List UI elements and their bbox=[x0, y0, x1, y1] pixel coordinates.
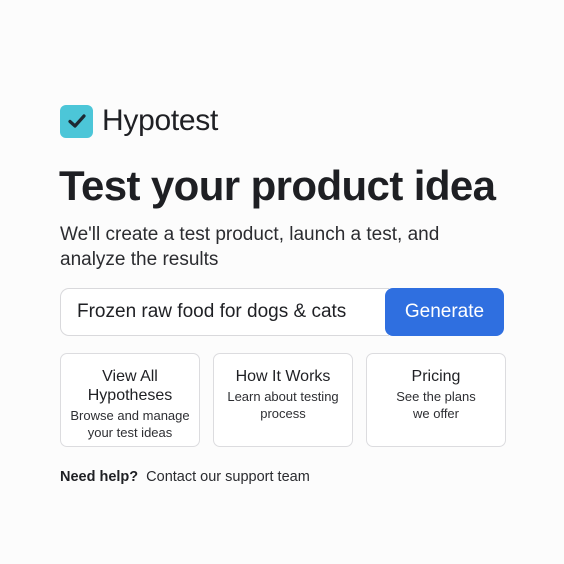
help-label: Need help? bbox=[60, 469, 139, 485]
card-description: Learn about testing process bbox=[227, 389, 339, 421]
generate-button[interactable]: Generate bbox=[385, 288, 504, 336]
card-pricing[interactable]: Pricing See the plans we offer bbox=[366, 353, 506, 447]
page-subtitle: We'll create a test product, launch a te… bbox=[60, 224, 440, 270]
help-line: Need help? Contact our support team bbox=[60, 469, 310, 485]
card-title: View All Hypotheses bbox=[87, 368, 173, 404]
card-view-all-hypotheses[interactable]: View All Hypotheses Browse and manage yo… bbox=[60, 353, 200, 447]
brand: Hypotest bbox=[60, 104, 218, 138]
card-how-it-works[interactable]: How It Works Learn about testing process bbox=[213, 353, 353, 447]
contact-support-link[interactable]: Contact our support team bbox=[146, 469, 310, 485]
checkmark-icon bbox=[60, 104, 93, 138]
idea-input[interactable] bbox=[60, 288, 389, 336]
landing-page: Hypotest Test your product idea We'll cr… bbox=[0, 0, 564, 564]
card-description: Browse and manage your test ideas bbox=[70, 408, 190, 440]
card-description: See the plans we offer bbox=[396, 389, 476, 421]
idea-search-row: Generate bbox=[60, 288, 504, 336]
brand-name: Hypotest bbox=[102, 104, 218, 137]
page-title: Test your product idea bbox=[59, 162, 496, 209]
card-title: Pricing bbox=[411, 368, 461, 385]
card-title: How It Works bbox=[235, 368, 331, 385]
quick-links: View All Hypotheses Browse and manage yo… bbox=[60, 353, 506, 447]
